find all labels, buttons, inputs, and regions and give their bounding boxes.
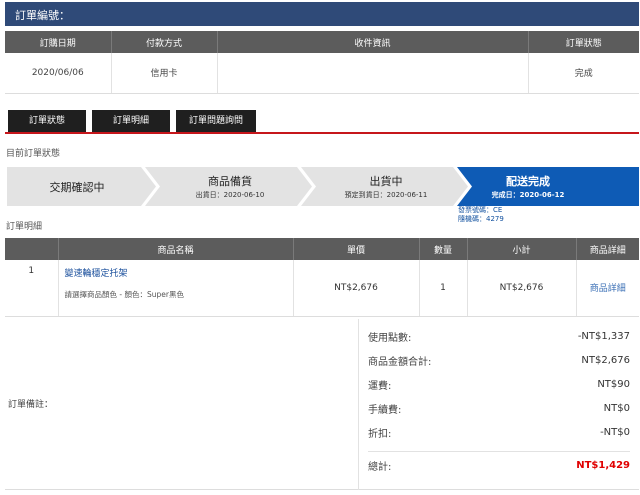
header-order-date: 訂購日期 [5, 31, 112, 53]
item-index: 1 [5, 260, 59, 317]
invoice-info: 發票號碼：CE 隨機碼：4279 [458, 206, 504, 224]
header-product-detail: 商品詳細 [576, 238, 639, 260]
progress-step-shipping: 出貨中 預定到貨日：2020-06-11 [311, 167, 461, 206]
tab-order-details[interactable]: 訂單明細 [92, 110, 170, 132]
tab-order-status[interactable]: 訂單狀態 [8, 110, 86, 132]
header-recipient-info: 收件資訊 [217, 31, 529, 53]
order-detail-table: 商品名稱 單價 數量 小計 商品詳細 1 變速輪穩定托架 請選擇商品顏色 - 顏… [5, 238, 639, 317]
summary-shipping-row: 運費: NT$90 [368, 373, 630, 395]
points-label: 使用點數: [368, 332, 412, 344]
shipping-value: NT$90 [597, 378, 630, 390]
discount-label: 折扣: [368, 428, 392, 440]
current-status-label: 目前訂單狀態 [6, 149, 61, 159]
order-detail-label: 訂單明細 [6, 222, 43, 232]
header-index [5, 238, 59, 260]
recipient-info-value [217, 53, 529, 94]
step-date: 完成日：2020-06-12 [491, 191, 565, 199]
order-progress: 交期確認中 商品備貨 出貨日：2020-06-10 出貨中 預定到貨日：2020… [5, 167, 639, 206]
order-info-header-row: 訂購日期 付款方式 收件資訊 訂單狀態 [5, 31, 639, 53]
summary-divider-line [368, 451, 630, 452]
header-order-status: 訂單狀態 [528, 31, 639, 53]
step-title: 出貨中 [369, 175, 403, 188]
progress-step-confirm: 交期確認中 [7, 167, 147, 206]
header-product-name: 商品名稱 [58, 238, 294, 260]
fee-value: NT$0 [603, 402, 630, 414]
amount-value: NT$2,676 [581, 354, 630, 366]
total-value: NT$1,429 [576, 459, 630, 471]
item-product-cell: 變速輪穩定托架 請選擇商品顏色 - 顏色：Super黑色 [58, 260, 294, 317]
item-unit-price: NT$2,676 [293, 260, 420, 317]
order-remark-label: 訂單備註： [8, 400, 54, 410]
item-quantity: 1 [419, 260, 468, 317]
summary-points-row: 使用點數: -NT$1,337 [368, 325, 630, 347]
order-tabs: 訂單狀態 訂單明細 訂單問題詢問 [5, 110, 639, 134]
table-row: 1 變速輪穩定托架 請選擇商品顏色 - 顏色：Super黑色 NT$2,676 … [5, 260, 639, 317]
detail-header-row: 商品名稱 單價 數量 小計 商品詳細 [5, 238, 639, 260]
payment-method-value: 信用卡 [111, 53, 218, 94]
fee-label: 手續費: [368, 404, 402, 416]
order-number-header: 訂單編號： [5, 2, 639, 26]
total-label: 總計: [368, 461, 392, 473]
progress-step-delivered: 配送完成 完成日：2020-06-12 [467, 167, 639, 206]
product-detail-link[interactable]: 商品詳細 [590, 284, 626, 294]
summary-amount-row: 商品金額合計: NT$2,676 [368, 349, 630, 371]
product-option: 請選擇商品顏色 - 顏色：Super黑色 [64, 290, 184, 299]
item-subtotal: NT$2,676 [467, 260, 577, 317]
summary-total-row: 總計: NT$1,429 [368, 454, 630, 476]
discount-value: -NT$0 [600, 426, 630, 438]
product-name-link[interactable]: 變速輪穩定托架 [65, 266, 293, 279]
step-title: 商品備貨 [208, 175, 252, 188]
progress-step-preparing: 商品備貨 出貨日：2020-06-10 [155, 167, 305, 206]
header-quantity: 數量 [419, 238, 468, 260]
summary-fee-row: 手續費: NT$0 [368, 397, 630, 419]
step-date: 預定到貨日：2020-06-11 [344, 191, 428, 199]
header-subtotal: 小計 [467, 238, 577, 260]
order-status-value: 完成 [528, 53, 639, 94]
amount-label: 商品金額合計: [368, 356, 432, 368]
tab-order-inquiry[interactable]: 訂單問題詢問 [176, 110, 256, 132]
summary-divider [358, 319, 359, 490]
header-unit-price: 單價 [293, 238, 420, 260]
order-number-label: 訂單編號： [15, 9, 70, 22]
invoice-random-code: 隨機碼：4279 [458, 215, 504, 223]
summary-discount-row: 折扣: -NT$0 [368, 421, 630, 443]
order-info-table: 訂購日期 付款方式 收件資訊 訂單狀態 2020/06/06 信用卡 完成 [5, 31, 639, 94]
step-title: 配送完成 [506, 175, 550, 188]
order-info-row: 2020/06/06 信用卡 完成 [5, 53, 639, 94]
step-title: 交期確認中 [49, 180, 105, 194]
item-detail-cell: 商品詳細 [576, 260, 639, 317]
step-date: 出貨日：2020-06-10 [195, 191, 265, 199]
order-date-value: 2020/06/06 [5, 53, 112, 94]
header-payment-method: 付款方式 [111, 31, 218, 53]
shipping-label: 運費: [368, 380, 392, 392]
points-value: -NT$1,337 [577, 330, 630, 342]
invoice-number: 發票號碼：CE [458, 206, 503, 214]
